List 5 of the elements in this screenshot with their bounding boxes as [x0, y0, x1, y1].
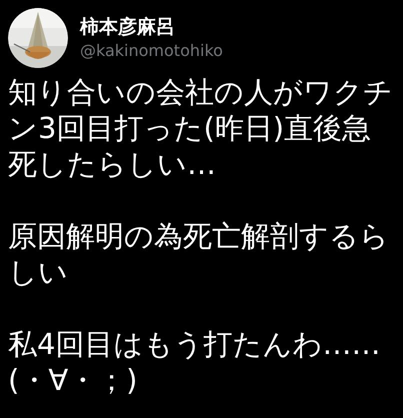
- tweet-paragraph: 知り合いの会社の人がワクチン3回目打った(昨日)直後急死したらしい…: [8, 74, 394, 182]
- tweet-paragraph: 原因解明の為死亡解剖するらしい: [8, 218, 390, 290]
- author-name[interactable]: 柿本彦麻呂: [80, 14, 223, 40]
- tweet-paragraph: 私4回目はもう打たんわ……(・∀・；): [8, 326, 382, 398]
- author-handle[interactable]: @kakinomotohiko: [80, 40, 223, 62]
